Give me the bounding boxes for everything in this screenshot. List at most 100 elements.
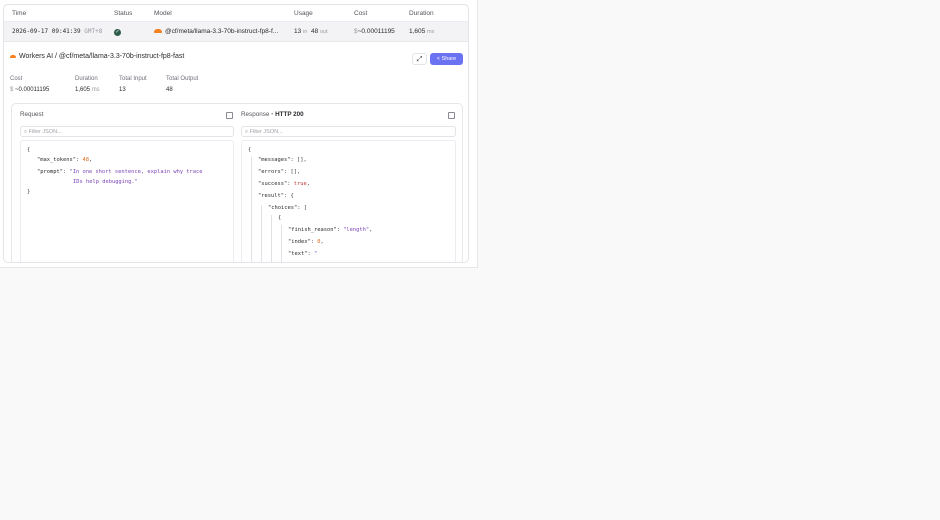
json-key: "max_tokens" <box>37 157 76 163</box>
json-key: "success" <box>258 181 288 187</box>
duration-unit: ms <box>427 29 435 35</box>
json-line: "text": " <box>288 251 318 257</box>
json-string: "length" <box>343 227 370 233</box>
header-time[interactable]: Time <box>4 10 114 17</box>
stat-cost-amount: ~0.00011195 <box>15 87 50 93</box>
stat-duration-amount: 1,605 <box>75 87 91 93</box>
response-status: HTTP 200 <box>275 111 304 118</box>
usage-out: 48 <box>310 28 319 35</box>
indent-guide <box>261 205 262 262</box>
row-model: @cf/meta/llama-3.3-70b-instruct-fp8-f... <box>154 28 294 35</box>
request-filter-placeholder: Filter JSON... <box>28 129 62 135</box>
json-key: "finish_reason" <box>288 227 337 233</box>
json-key: "messages" <box>258 157 291 163</box>
json-line: "finish_reason": "length", <box>288 227 373 233</box>
request-title: Request <box>20 111 44 118</box>
stat-duration: Duration 1,605 ms <box>75 76 100 93</box>
search-icon: ⌕ <box>245 129 249 135</box>
stat-cost: Cost $ ~0.00011195 <box>10 76 49 93</box>
json-string: IDs help debugging." <box>73 179 138 185</box>
duration-value: 1,605 <box>409 28 426 35</box>
json-string: " <box>313 251 318 257</box>
row-model-name: @cf/meta/llama-3.3-70b-instruct-fp8-f... <box>165 28 279 35</box>
request-filter-input[interactable]: ⌕ Filter JSON... <box>20 126 234 137</box>
row-cost: $~0.00011195 <box>354 28 409 35</box>
stat-input-label: Total Input <box>119 76 147 82</box>
json-line: "messages": [], <box>258 157 307 163</box>
stat-cost-symbol: $ <box>10 87 14 93</box>
stat-duration-label: Duration <box>75 76 98 82</box>
stat-cost-label: Cost <box>10 76 23 82</box>
row-duration: 1,605 ms <box>409 28 459 35</box>
json-key: "errors" <box>258 169 284 175</box>
usage-out-unit: out <box>320 29 328 35</box>
request-json: { "max_tokens": 48, "prompt": "In one sh… <box>20 140 234 262</box>
json-line: { <box>248 147 252 153</box>
table-row[interactable]: 2026-09-17 09:41:39 GMT+8 ✓ @cf/meta/lla… <box>4 22 468 42</box>
share-label: Share <box>441 56 457 62</box>
stat-total-input: Total Input 13 <box>119 76 147 93</box>
json-line: "choices": [ <box>268 205 307 211</box>
row-timezone: GMT+8 <box>84 28 103 35</box>
copy-icon[interactable] <box>226 112 233 119</box>
stat-input-value: 13 <box>119 87 126 93</box>
json-key: "text" <box>288 251 308 257</box>
search-icon: ⌕ <box>24 129 28 135</box>
share-button[interactable]: < Share <box>430 53 463 65</box>
json-bool: true <box>293 181 307 187</box>
json-line: "errors": [], <box>258 169 301 175</box>
json-line: { <box>278 215 282 221</box>
cloudflare-icon <box>10 54 16 58</box>
stat-output-value: 48 <box>166 87 173 93</box>
json-line: } <box>27 189 31 195</box>
json-value: [], <box>290 169 301 175</box>
json-number: 0 <box>317 239 321 245</box>
usage-in-unit: in <box>303 29 308 35</box>
indent-guide <box>271 215 272 262</box>
json-key: "choices" <box>268 205 298 211</box>
row-time: 2026-09-17 09:41:39 GMT+8 <box>4 28 114 35</box>
response-json: { "messages": [], "errors": [], "success… <box>241 140 456 262</box>
json-key: "prompt" <box>37 169 63 175</box>
json-key: "index" <box>288 239 311 245</box>
header-usage[interactable]: Usage <box>294 10 354 17</box>
row-datetime: 2026-09-17 09:41:39 <box>12 28 81 35</box>
header-status[interactable]: Status <box>114 10 154 17</box>
cost-value: ~0.00011195 <box>357 28 395 35</box>
table-header: Time Status Model Usage Cost Duration <box>4 5 468 22</box>
json-key: "result" <box>258 193 284 199</box>
response-sep: • <box>271 111 274 118</box>
logs-panel: Time Status Model Usage Cost Duration 20… <box>3 4 469 263</box>
header-cost[interactable]: Cost <box>354 10 409 17</box>
header-duration[interactable]: Duration <box>409 10 459 17</box>
stat-cost-value: $ ~0.00011195 <box>10 87 49 93</box>
detail-title: Workers AI / @cf/meta/llama-3.3-70b-inst… <box>10 53 184 60</box>
json-line: "index": 0, <box>288 239 324 245</box>
json-line: "result": { <box>258 193 294 199</box>
json-number: 48 <box>82 157 89 163</box>
expand-icon[interactable]: ⤢ <box>412 53 427 65</box>
request-response-box: Request ⌕ Filter JSON... { "max_tokens":… <box>11 103 463 262</box>
json-value: [ <box>303 205 307 211</box>
row-status: ✓ <box>114 28 154 36</box>
json-line: IDs help debugging." <box>73 179 138 185</box>
copy-icon[interactable] <box>448 112 455 119</box>
header-model[interactable]: Model <box>154 10 294 17</box>
response-title-text: Response <box>241 111 270 118</box>
json-string: "In one short sentence, explain why trac… <box>69 169 203 175</box>
response-filter-input[interactable]: ⌕ Filter JSON... <box>241 126 456 137</box>
indent-guide <box>251 157 252 262</box>
json-value: [], <box>296 157 307 163</box>
json-line: "max_tokens": 48, <box>37 157 93 163</box>
cloudflare-icon <box>154 29 162 34</box>
stat-output-label: Total Output <box>166 76 199 82</box>
check-icon: ✓ <box>114 28 121 36</box>
usage-in: 13 <box>294 28 302 35</box>
json-line: { <box>27 147 31 153</box>
json-value: { <box>290 193 294 199</box>
json-line: "prompt": "In one short sentence, explai… <box>37 169 203 175</box>
detail-title-text: Workers AI / @cf/meta/llama-3.3-70b-inst… <box>19 53 185 60</box>
stat-duration-value: 1,605 ms <box>75 87 100 93</box>
app-frame: Time Status Model Usage Cost Duration 20… <box>0 0 478 268</box>
share-icon: < <box>436 56 440 62</box>
